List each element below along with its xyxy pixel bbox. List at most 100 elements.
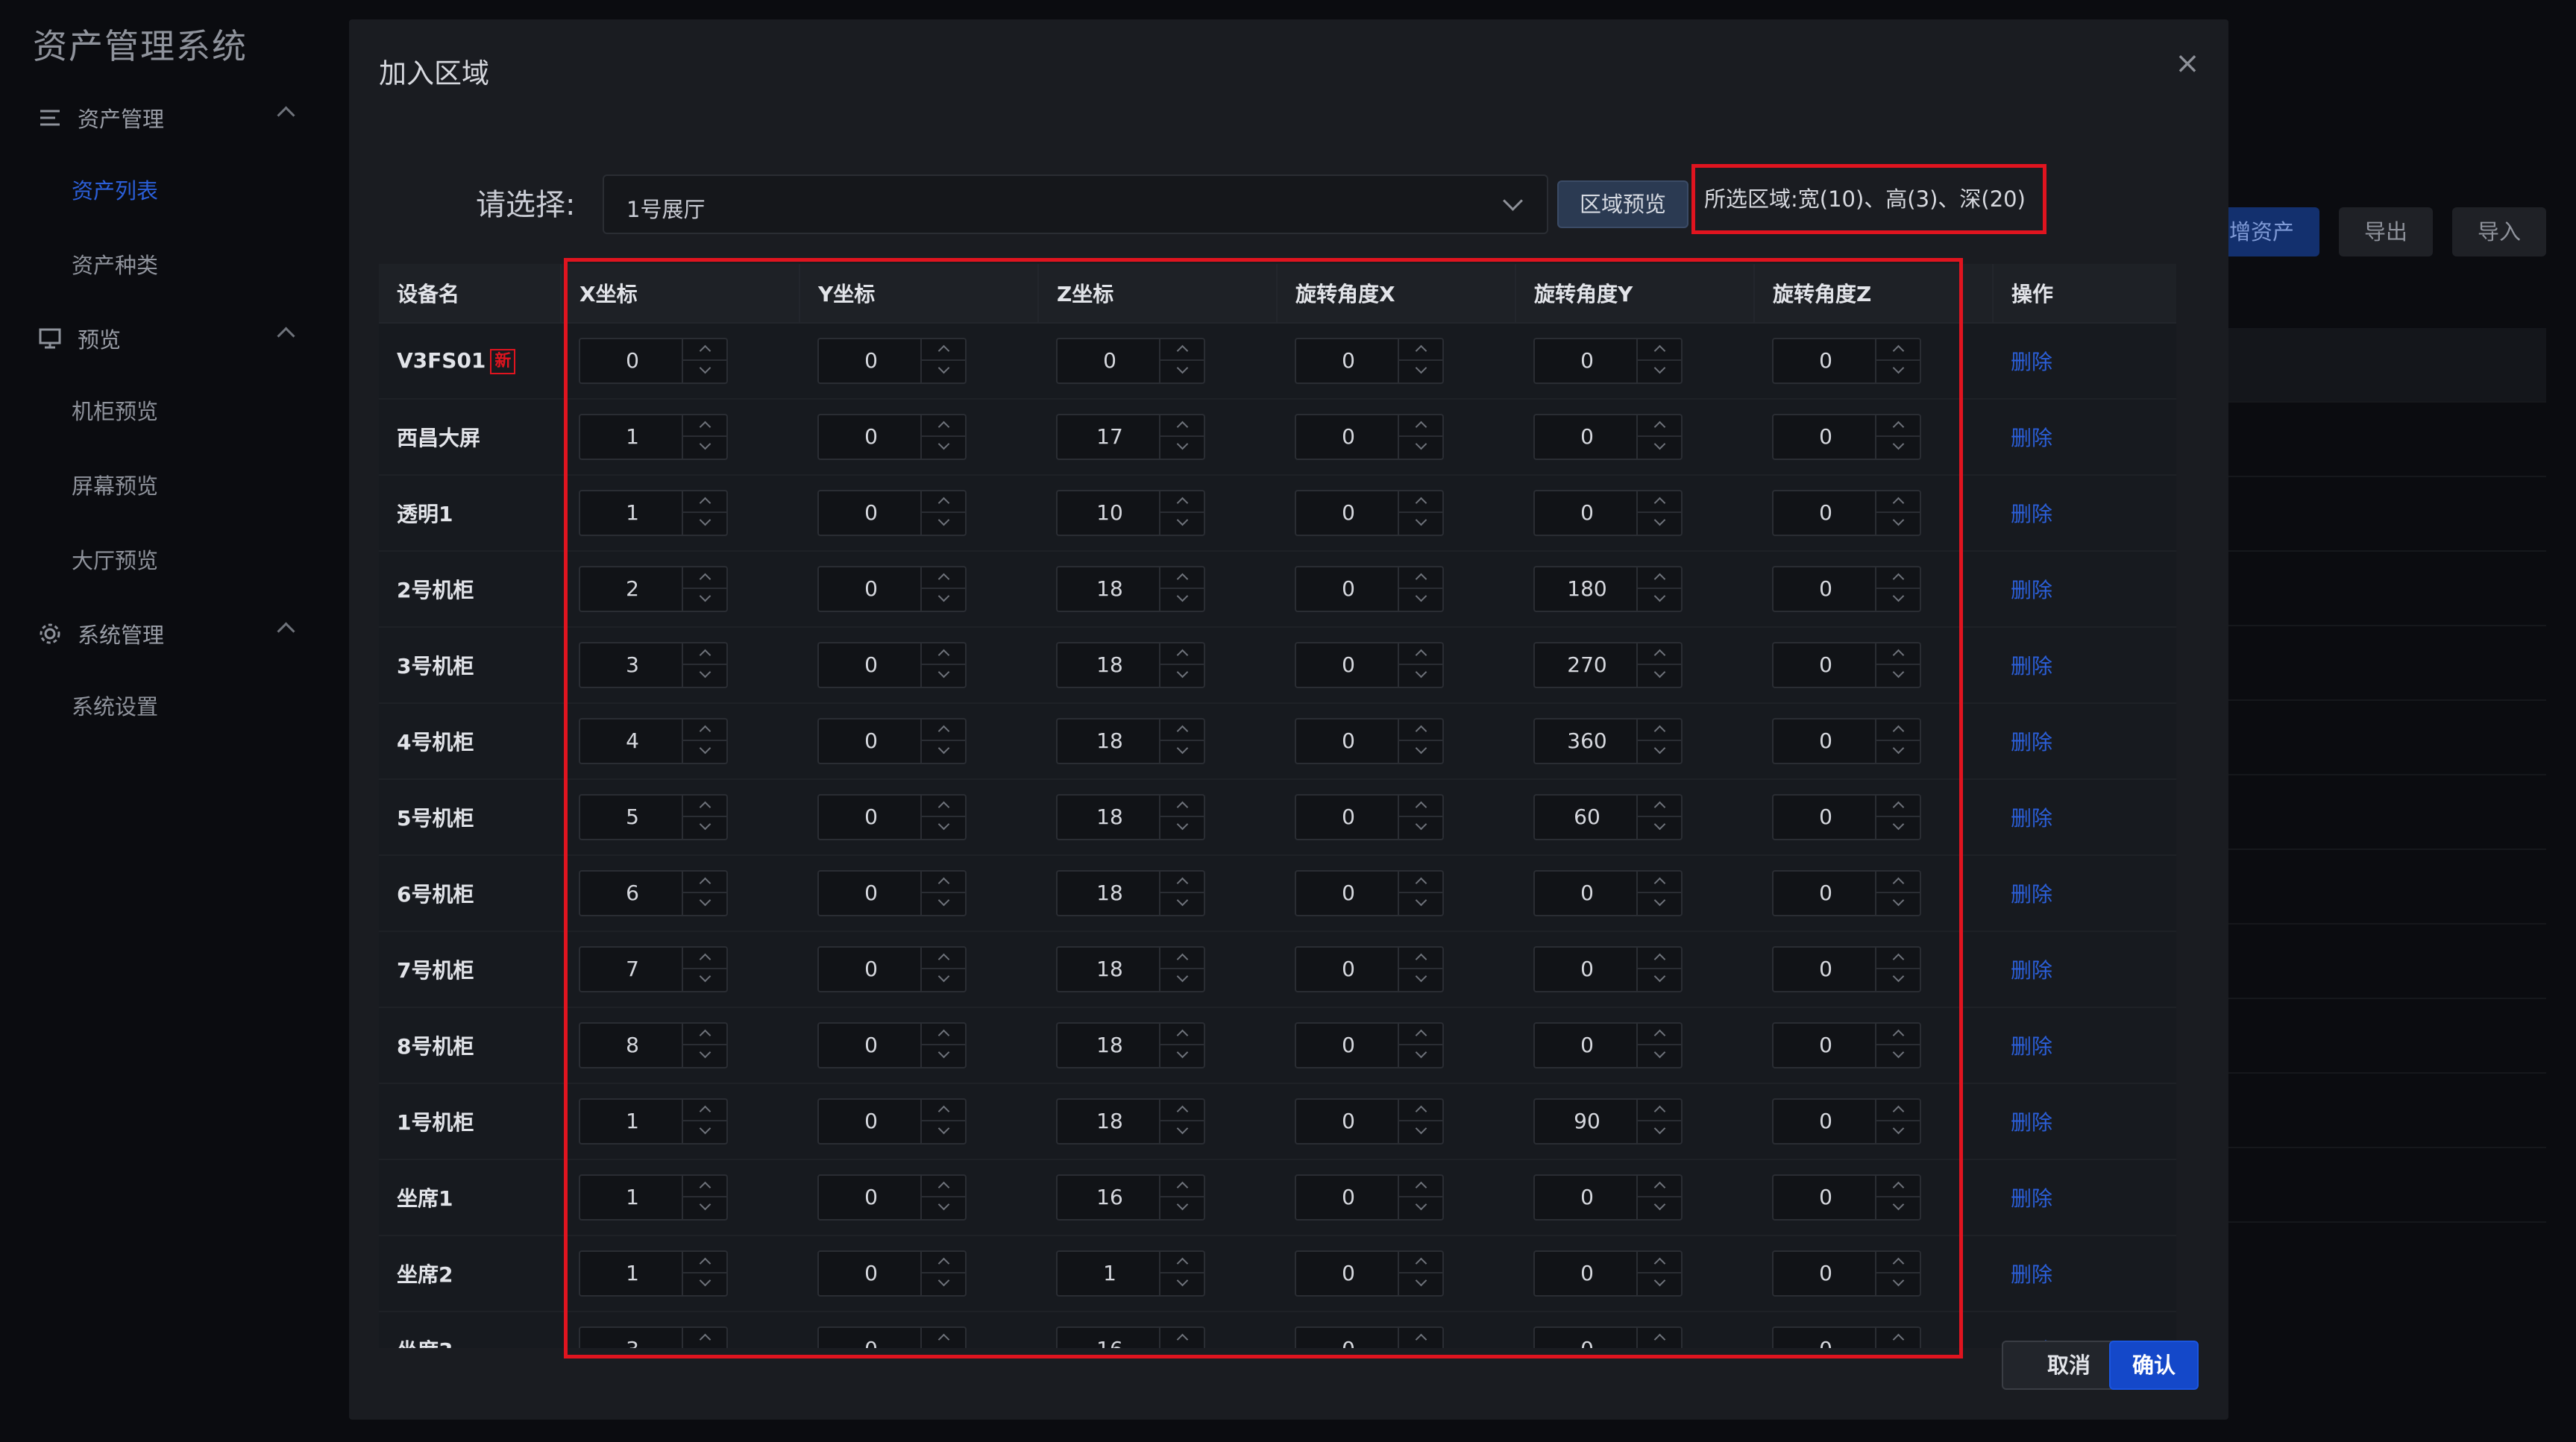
delete-link[interactable]: 删除	[2011, 1034, 2052, 1059]
area-preview-button[interactable]: 区域预览	[1557, 180, 1688, 228]
rotation-x-value[interactable]: 0	[1296, 567, 1401, 611]
rotation-y-value[interactable]: 60	[1535, 796, 1639, 839]
delete-link[interactable]: 删除	[2011, 882, 2052, 907]
increment-chevron-icon[interactable]	[1876, 796, 1920, 817]
increment-chevron-icon[interactable]	[922, 415, 965, 437]
increment-chevron-icon[interactable]	[683, 872, 726, 893]
y-coordinate-value[interactable]: 0	[819, 796, 923, 839]
decrement-chevron-icon[interactable]	[683, 589, 726, 611]
rotation-x-value[interactable]: 0	[1296, 1252, 1401, 1295]
x-coordinate-value[interactable]: 6	[580, 872, 685, 915]
increment-chevron-icon[interactable]	[683, 415, 726, 437]
decrement-chevron-icon[interactable]	[1399, 1121, 1442, 1143]
rotation-y-value[interactable]: 360	[1535, 720, 1639, 763]
decrement-chevron-icon[interactable]	[1399, 1045, 1442, 1067]
y-coordinate-input[interactable]: 0	[817, 566, 967, 612]
y-coordinate-value[interactable]: 0	[819, 1328, 923, 1348]
increment-chevron-icon[interactable]	[1638, 872, 1681, 893]
z-coordinate-value[interactable]: 1	[1058, 1252, 1162, 1295]
increment-chevron-icon[interactable]	[1160, 1328, 1204, 1348]
decrement-chevron-icon[interactable]	[683, 437, 726, 459]
increment-chevron-icon[interactable]	[1399, 415, 1442, 437]
decrement-chevron-icon[interactable]	[1876, 1197, 1920, 1219]
y-coordinate-value[interactable]: 0	[819, 1024, 923, 1067]
rotation-y-value[interactable]: 0	[1535, 1328, 1639, 1348]
rotation-x-input[interactable]: 0	[1295, 1098, 1444, 1145]
increment-chevron-icon[interactable]	[683, 1024, 726, 1045]
increment-chevron-icon[interactable]	[1399, 491, 1442, 513]
decrement-chevron-icon[interactable]	[1399, 513, 1442, 535]
increment-chevron-icon[interactable]	[1876, 491, 1920, 513]
rotation-y-input[interactable]: 0	[1533, 1250, 1683, 1297]
decrement-chevron-icon[interactable]	[1638, 1197, 1681, 1219]
increment-chevron-icon[interactable]	[1876, 339, 1920, 361]
decrement-chevron-icon[interactable]	[1160, 589, 1204, 611]
rotation-z-input[interactable]: 0	[1772, 642, 1921, 688]
decrement-chevron-icon[interactable]	[1399, 969, 1442, 991]
x-coordinate-input[interactable]: 4	[579, 718, 728, 764]
increment-chevron-icon[interactable]	[1399, 796, 1442, 817]
decrement-chevron-icon[interactable]	[683, 1273, 726, 1295]
rotation-x-value[interactable]: 0	[1296, 643, 1401, 687]
decrement-chevron-icon[interactable]	[1638, 1045, 1681, 1067]
increment-chevron-icon[interactable]	[683, 720, 726, 741]
rotation-z-value[interactable]: 0	[1774, 948, 1878, 991]
rotation-x-value[interactable]: 0	[1296, 1024, 1401, 1067]
delete-link[interactable]: 删除	[2011, 1262, 2052, 1287]
increment-chevron-icon[interactable]	[1160, 948, 1204, 969]
z-coordinate-input[interactable]: 18	[1056, 566, 1205, 612]
increment-chevron-icon[interactable]	[1638, 415, 1681, 437]
decrement-chevron-icon[interactable]	[922, 1273, 965, 1295]
decrement-chevron-icon[interactable]	[1876, 1121, 1920, 1143]
z-coordinate-value[interactable]: 17	[1058, 415, 1162, 459]
x-coordinate-value[interactable]: 4	[580, 720, 685, 763]
x-coordinate-input[interactable]: 0	[579, 338, 728, 384]
x-coordinate-value[interactable]: 1	[580, 415, 685, 459]
rotation-y-value[interactable]: 0	[1535, 1252, 1639, 1295]
rotation-x-input[interactable]: 0	[1295, 1326, 1444, 1348]
increment-chevron-icon[interactable]	[1876, 1176, 1920, 1197]
rotation-y-input[interactable]: 60	[1533, 794, 1683, 840]
decrement-chevron-icon[interactable]	[1638, 589, 1681, 611]
rotation-y-value[interactable]: 0	[1535, 491, 1639, 535]
increment-chevron-icon[interactable]	[1399, 643, 1442, 665]
increment-chevron-icon[interactable]	[922, 1024, 965, 1045]
rotation-x-input[interactable]: 0	[1295, 490, 1444, 536]
x-coordinate-value[interactable]: 1	[580, 1176, 685, 1219]
rotation-y-input[interactable]: 270	[1533, 642, 1683, 688]
z-coordinate-input[interactable]: 18	[1056, 718, 1205, 764]
rotation-z-input[interactable]: 0	[1772, 1326, 1921, 1348]
decrement-chevron-icon[interactable]	[922, 969, 965, 991]
increment-chevron-icon[interactable]	[922, 339, 965, 361]
decrement-chevron-icon[interactable]	[1876, 361, 1920, 382]
x-coordinate-value[interactable]: 1	[580, 1252, 685, 1295]
close-icon[interactable]: ×	[2173, 48, 2202, 78]
decrement-chevron-icon[interactable]	[1638, 1121, 1681, 1143]
x-coordinate-value[interactable]: 8	[580, 1024, 685, 1067]
increment-chevron-icon[interactable]	[1876, 948, 1920, 969]
decrement-chevron-icon[interactable]	[1638, 361, 1681, 382]
rotation-x-input[interactable]: 0	[1295, 718, 1444, 764]
rotation-y-value[interactable]: 270	[1535, 643, 1639, 687]
increment-chevron-icon[interactable]	[1399, 872, 1442, 893]
increment-chevron-icon[interactable]	[1160, 796, 1204, 817]
z-coordinate-input[interactable]: 18	[1056, 946, 1205, 992]
decrement-chevron-icon[interactable]	[922, 437, 965, 459]
rotation-z-input[interactable]: 0	[1772, 338, 1921, 384]
y-coordinate-input[interactable]: 0	[817, 1250, 967, 1297]
decrement-chevron-icon[interactable]	[1399, 893, 1442, 915]
increment-chevron-icon[interactable]	[1399, 1328, 1442, 1348]
y-coordinate-value[interactable]: 0	[819, 720, 923, 763]
increment-chevron-icon[interactable]	[1876, 1328, 1920, 1348]
increment-chevron-icon[interactable]	[1160, 567, 1204, 589]
z-coordinate-input[interactable]: 18	[1056, 794, 1205, 840]
decrement-chevron-icon[interactable]	[1638, 437, 1681, 459]
decrement-chevron-icon[interactable]	[922, 817, 965, 839]
increment-chevron-icon[interactable]	[683, 567, 726, 589]
increment-chevron-icon[interactable]	[1876, 643, 1920, 665]
increment-chevron-icon[interactable]	[922, 643, 965, 665]
z-coordinate-input[interactable]: 1	[1056, 1250, 1205, 1297]
x-coordinate-input[interactable]: 3	[579, 642, 728, 688]
decrement-chevron-icon[interactable]	[922, 893, 965, 915]
x-coordinate-input[interactable]: 3	[579, 1326, 728, 1348]
